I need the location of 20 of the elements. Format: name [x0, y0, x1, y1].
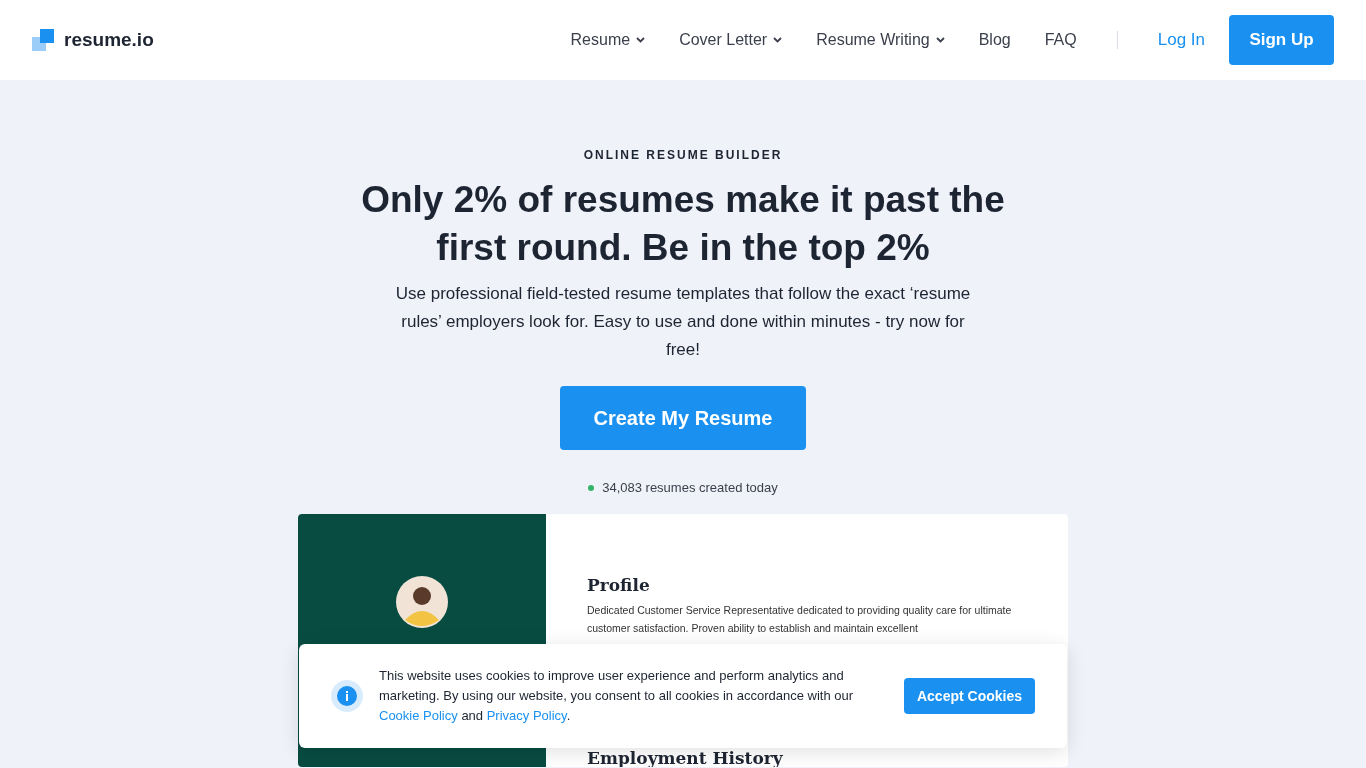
nav-link[interactable]: Cover Letter [679, 28, 783, 52]
nav-link[interactable]: Resume Writing [816, 28, 945, 52]
chevron-down-icon [773, 37, 783, 43]
nav-link[interactable]: Resume [570, 28, 646, 52]
cookie-notice-text: This website uses cookies to improve user experience and perform analytics and marketing. By using our website, you consent to all cookies in accordance with our Cookie Policy and Privacy Policy. [379, 667, 855, 725]
hero-heading: Only 2% of resumes make it past the first round. Be in the top 2% [360, 178, 1006, 270]
hero-subtitle: Use professional field-tested resume templates that follow the exact ‘resume rules’ employers look for. Easy to use and done within minutes - try now for free! [394, 283, 972, 361]
logo-text[interactable]: resume.io [64, 25, 154, 55]
eyebrow-text: ONLINE RESUME BUILDER [583, 147, 783, 164]
info-icon [331, 680, 363, 712]
resume-section-heading: Profile [587, 575, 650, 595]
resume-section-text: Dedicated Customer Service Representative dedicated to providing quality care for ultimate customer satisfaction. Proven ability to establish and maintain excellent [587, 602, 1013, 636]
chevron-down-icon [935, 37, 945, 43]
nav-link[interactable]: Blog [978, 28, 1011, 52]
chevron-down-icon [636, 37, 646, 43]
resume-section-heading: Employment History [587, 748, 783, 767]
nav-link[interactable]: FAQ [1044, 28, 1077, 52]
resumes-count-text: 34,083 resumes created today [602, 479, 778, 497]
logo-icon [32, 29, 54, 51]
avatar-silhouette-icon [396, 575, 448, 628]
